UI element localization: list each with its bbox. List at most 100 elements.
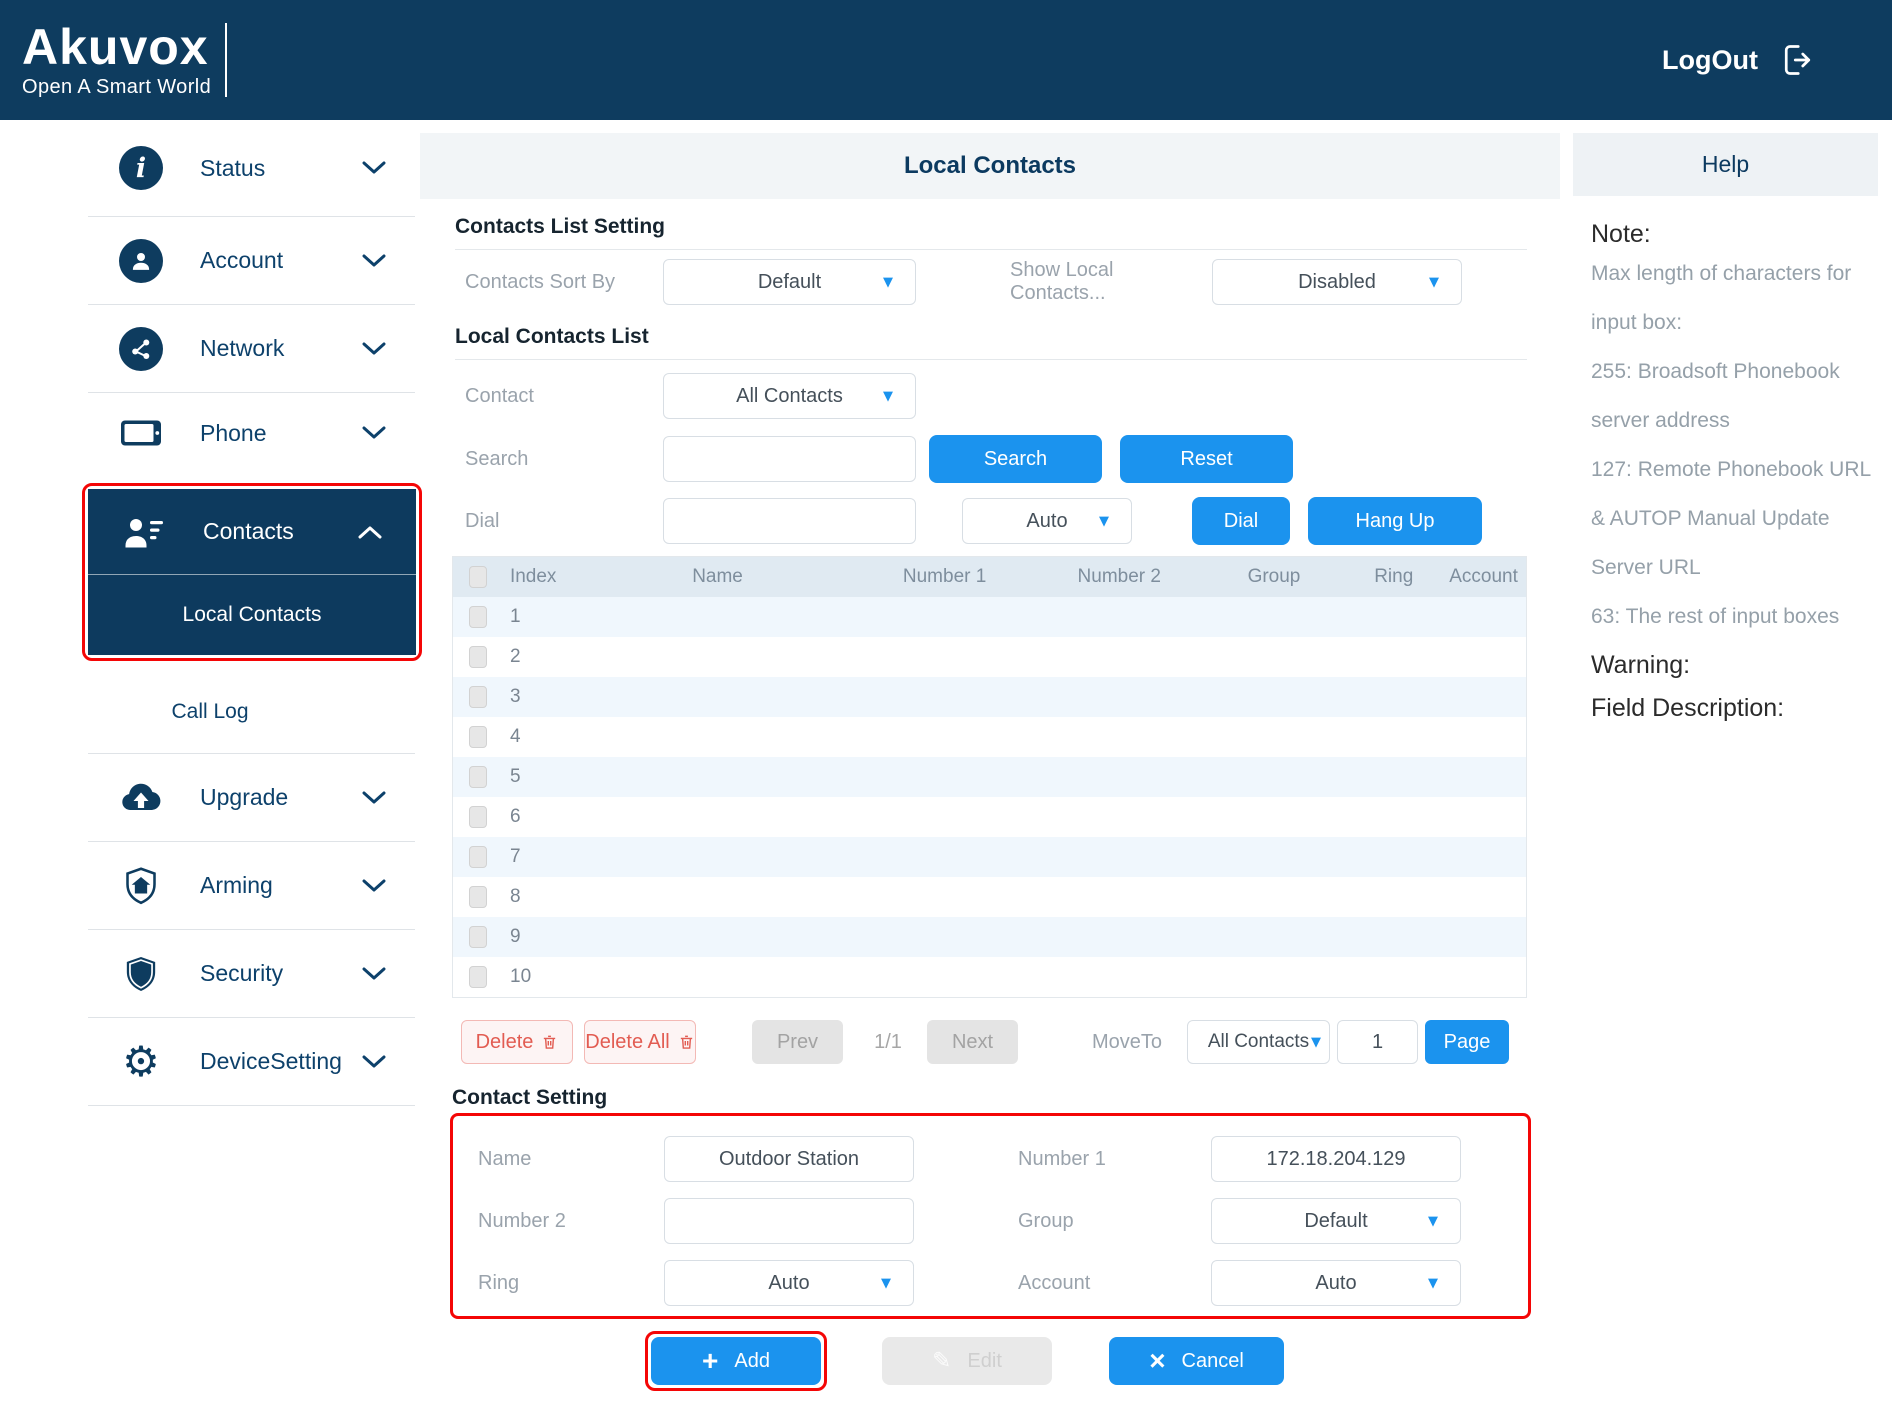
search-button[interactable]: Search [929, 435, 1102, 483]
help-text-line: 63: The rest of input boxes [1591, 605, 1840, 628]
row-checkbox[interactable] [469, 846, 487, 868]
help-field-description-heading: Field Description: [1591, 694, 1785, 722]
sidebar-item-upgrade[interactable]: Upgrade [0, 754, 420, 841]
annotation-box-contacts: Contacts Local Contacts [82, 483, 422, 661]
row-checkbox[interactable] [469, 726, 487, 748]
sidebar: i Status Account Network Phone Contacts … [0, 120, 422, 1106]
sidebar-item-local-contacts[interactable]: Local Contacts [88, 575, 416, 655]
row-checkbox[interactable] [469, 926, 487, 948]
table-row: 4 [453, 717, 1526, 757]
caret-down-icon: ▼ [1099, 513, 1109, 529]
sidebar-item-call-log[interactable]: Call Log [0, 671, 420, 753]
annotation-box-add: + Add [645, 1331, 827, 1391]
cancel-button[interactable]: × Cancel [1109, 1337, 1284, 1385]
move-to-dropdown[interactable]: All Contacts ▼ [1187, 1020, 1330, 1064]
divider [455, 359, 1527, 360]
account-dropdown[interactable]: Auto ▼ [1211, 1260, 1461, 1306]
dial-button[interactable]: Dial [1192, 497, 1290, 545]
dial-input[interactable] [663, 498, 916, 544]
delete-button[interactable]: Delete [461, 1020, 573, 1064]
table-toolbar: Delete Delete All Prev 1/1 Next MoveTo A… [420, 1018, 1560, 1066]
row-checkbox[interactable] [469, 646, 487, 668]
dial-account-dropdown[interactable]: Auto ▼ [962, 498, 1132, 544]
prev-page-button[interactable]: Prev [752, 1020, 843, 1064]
annotation-box-contact-setting: Name Number 1 Number 2 Group Default ▼ R… [450, 1113, 1531, 1319]
caret-down-icon: ▼ [1428, 1275, 1438, 1291]
help-panel: Help Note: Max length of characters for … [1573, 133, 1878, 723]
sidebar-item-status[interactable]: i Status [0, 120, 420, 216]
section-heading-contact-setting: Contact Setting [452, 1086, 608, 1109]
sidebar-item-label: Upgrade [200, 784, 289, 810]
sidebar-item-arming[interactable]: Arming [0, 842, 420, 929]
brand-logo: Akuvox Open A Smart World [22, 21, 211, 99]
pencil-icon: ✎ [932, 1348, 952, 1374]
delete-all-button[interactable]: Delete All [584, 1020, 696, 1064]
page-title: Local Contacts [903, 152, 1077, 179]
sidebar-item-label: Account [200, 247, 284, 273]
info-icon: i [118, 145, 164, 191]
row-checkbox[interactable] [469, 766, 487, 788]
chevron-down-icon [362, 879, 386, 891]
divider [455, 249, 1527, 250]
page-indicator: 1/1 [874, 1030, 902, 1053]
next-page-button[interactable]: Next [927, 1020, 1018, 1064]
add-button[interactable]: + Add [651, 1337, 821, 1385]
contacts-sort-by-dropdown[interactable]: Default ▼ [663, 259, 916, 305]
sidebar-item-label: Security [200, 960, 284, 986]
phone-icon [118, 410, 164, 456]
contacts-sort-by-label: Contacts Sort By [465, 270, 616, 293]
sidebar-item-contacts[interactable]: Contacts [88, 489, 416, 575]
search-input[interactable] [663, 436, 916, 482]
group-dropdown[interactable]: Default ▼ [1211, 1198, 1461, 1244]
ring-label: Ring [478, 1271, 520, 1294]
sidebar-item-label: Arming [200, 872, 273, 898]
help-text-line: input box: [1591, 311, 1683, 334]
go-to-page-button[interactable]: Page [1425, 1020, 1509, 1064]
name-input[interactable] [664, 1136, 914, 1182]
sidebar-item-security[interactable]: Security [0, 930, 420, 1017]
logout-button[interactable]: LogOut [1662, 0, 1814, 120]
show-local-contacts-dropdown[interactable]: Disabled ▼ [1212, 259, 1462, 305]
sidebar-item-label: Call Log [171, 700, 249, 723]
sidebar-item-account[interactable]: Account [0, 217, 420, 304]
page-number-input[interactable] [1337, 1020, 1418, 1064]
sidebar-item-label: Network [200, 335, 285, 361]
number2-input[interactable] [664, 1198, 914, 1244]
row-checkbox[interactable] [469, 686, 487, 708]
sidebar-item-network[interactable]: Network [0, 305, 420, 392]
select-all-checkbox[interactable] [469, 566, 487, 588]
sidebar-item-devicesetting[interactable]: ⚙ DeviceSetting [0, 1018, 420, 1105]
table-row: 3 [453, 677, 1526, 717]
chevron-up-icon [358, 526, 382, 538]
sidebar-item-phone[interactable]: Phone [0, 393, 420, 473]
reset-button[interactable]: Reset [1120, 435, 1293, 483]
help-text-line: 255: Broadsoft Phonebook [1591, 360, 1840, 383]
hang-up-button[interactable]: Hang Up [1308, 497, 1482, 545]
dial-label: Dial [465, 509, 500, 532]
caret-down-icon: ▼ [881, 1275, 891, 1291]
ring-dropdown[interactable]: Auto ▼ [664, 1260, 914, 1306]
brand-name: Akuvox [22, 19, 209, 75]
row-checkbox[interactable] [469, 806, 487, 828]
app-header: Akuvox Open A Smart World LogOut [0, 0, 1892, 120]
table-row: 7 [453, 837, 1526, 877]
row-checkbox[interactable] [469, 886, 487, 908]
contact-label: Contact [465, 384, 534, 407]
help-text-line: Server URL [1591, 556, 1701, 579]
group-label: Group [1018, 1209, 1074, 1232]
help-note-heading: Note: [1591, 220, 1651, 248]
table-row: 2 [453, 637, 1526, 677]
search-label: Search [465, 447, 529, 470]
network-icon [118, 326, 164, 372]
contact-filter-dropdown[interactable]: All Contacts ▼ [663, 373, 916, 419]
number1-input[interactable] [1211, 1136, 1461, 1182]
name-label: Name [478, 1147, 532, 1170]
row-checkbox[interactable] [469, 966, 487, 988]
page-title-bar: Local Contacts [420, 133, 1560, 199]
edit-button[interactable]: ✎ Edit [882, 1337, 1052, 1385]
sidebar-item-label: Status [200, 154, 266, 181]
main-content: Local Contacts Contacts List Setting Con… [420, 120, 1560, 1391]
row-checkbox[interactable] [469, 606, 487, 628]
chevron-down-icon [362, 161, 386, 174]
table-row: 8 [453, 877, 1526, 917]
